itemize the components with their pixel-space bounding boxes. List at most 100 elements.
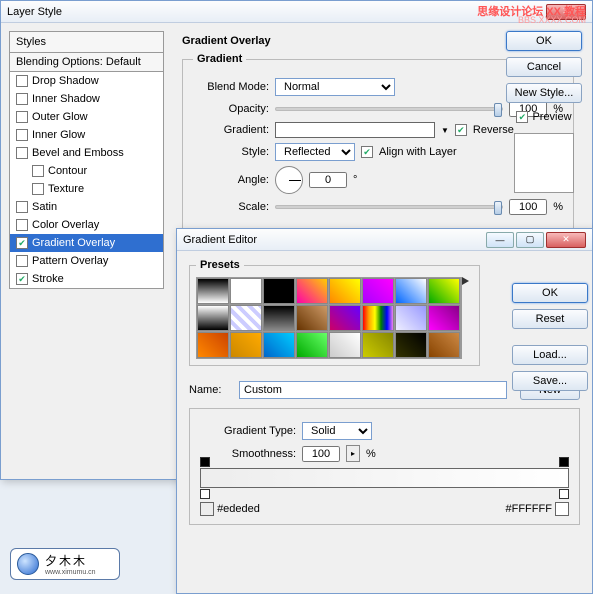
opacity-stop-right[interactable] xyxy=(559,457,569,467)
style-item-gradient-overlay[interactable]: ✔Gradient Overlay xyxy=(10,234,163,252)
ok-button[interactable]: OK xyxy=(512,283,588,303)
style-item-inner-shadow[interactable]: Inner Shadow xyxy=(10,90,163,108)
style-checkbox[interactable] xyxy=(16,255,28,267)
preset-swatch[interactable] xyxy=(362,305,394,331)
style-item-color-overlay[interactable]: Color Overlay xyxy=(10,216,163,234)
maximize-icon[interactable]: ▢ xyxy=(516,232,544,248)
style-checkbox[interactable] xyxy=(16,129,28,141)
style-checkbox[interactable] xyxy=(16,219,28,231)
name-input[interactable] xyxy=(239,381,507,399)
color-stop-right[interactable] xyxy=(559,489,569,499)
preset-swatch[interactable] xyxy=(197,278,229,304)
style-select[interactable]: Reflected xyxy=(275,143,355,161)
preset-swatch[interactable] xyxy=(329,278,361,304)
preset-swatch[interactable] xyxy=(395,332,427,358)
preset-swatch[interactable] xyxy=(296,305,328,331)
layer-style-buttons: OK Cancel New Style... ✔ Preview xyxy=(504,31,584,193)
style-label: Stroke xyxy=(32,273,64,285)
preset-swatch[interactable] xyxy=(329,305,361,331)
style-item-satin[interactable]: Satin xyxy=(10,198,163,216)
preset-swatch[interactable] xyxy=(329,332,361,358)
blend-mode-select[interactable]: Normal xyxy=(275,78,395,96)
close-icon[interactable]: ✕ xyxy=(546,4,586,20)
opacity-slider[interactable] xyxy=(275,107,503,111)
load-button[interactable]: Load... xyxy=(512,345,588,365)
gradient-type-select[interactable]: Solid xyxy=(302,422,372,440)
preset-swatch[interactable] xyxy=(263,278,295,304)
style-item-outer-glow[interactable]: Outer Glow xyxy=(10,108,163,126)
style-checkbox[interactable] xyxy=(16,93,28,105)
new-style-button[interactable]: New Style... xyxy=(506,83,582,103)
preset-swatch[interactable] xyxy=(230,332,262,358)
preview-checkbox[interactable]: ✔ xyxy=(516,111,528,123)
preset-swatch[interactable] xyxy=(197,305,229,331)
ok-button[interactable]: OK xyxy=(506,31,582,51)
preset-swatch[interactable] xyxy=(230,278,262,304)
style-checkbox[interactable]: ✔ xyxy=(16,237,28,249)
angle-dial[interactable] xyxy=(275,166,303,194)
preset-swatch[interactable] xyxy=(263,305,295,331)
gradient-legend: Gradient xyxy=(193,53,246,65)
style-item-inner-glow[interactable]: Inner Glow xyxy=(10,126,163,144)
style-label: Contour xyxy=(48,165,87,177)
angle-input[interactable] xyxy=(309,172,347,188)
reverse-checkbox[interactable]: ✔ xyxy=(455,124,467,136)
style-item-pattern-overlay[interactable]: Pattern Overlay xyxy=(10,252,163,270)
smoothness-stepper[interactable]: ▸ xyxy=(346,445,360,462)
gradient-editor-titlebar[interactable]: Gradient Editor — ▢ ✕ xyxy=(177,229,592,251)
presets-group: Presets xyxy=(189,259,480,366)
preset-swatch[interactable] xyxy=(197,332,229,358)
minimize-icon[interactable]: — xyxy=(486,232,514,248)
preset-swatch[interactable] xyxy=(428,278,460,304)
gradient-bar[interactable] xyxy=(200,468,569,488)
styles-header[interactable]: Styles xyxy=(10,32,163,53)
preset-swatch[interactable] xyxy=(362,278,394,304)
style-item-texture[interactable]: Texture xyxy=(10,180,163,198)
opacity-label: Opacity: xyxy=(193,103,269,115)
preset-swatch[interactable] xyxy=(296,332,328,358)
style-checkbox[interactable] xyxy=(32,183,44,195)
preset-swatch[interactable] xyxy=(428,305,460,331)
style-checkbox[interactable] xyxy=(32,165,44,177)
gradient-label: Gradient: xyxy=(193,124,269,136)
preset-swatch[interactable] xyxy=(263,332,295,358)
preset-swatch[interactable] xyxy=(296,278,328,304)
name-label: Name: xyxy=(189,384,233,396)
scale-input[interactable] xyxy=(509,199,547,215)
preset-swatch[interactable] xyxy=(395,305,427,331)
opacity-stop-left[interactable] xyxy=(200,457,210,467)
style-item-drop-shadow[interactable]: Drop Shadow xyxy=(10,72,163,90)
color-stop-left[interactable] xyxy=(200,489,210,499)
smoothness-input[interactable] xyxy=(302,446,340,462)
cancel-button[interactable]: Cancel xyxy=(506,57,582,77)
preset-swatch[interactable] xyxy=(428,332,460,358)
style-item-stroke[interactable]: ✔ Stroke xyxy=(10,270,163,288)
style-item-bevel-and-emboss[interactable]: Bevel and Emboss xyxy=(10,144,163,162)
right-stop-hex: #FFFFFF xyxy=(506,503,552,515)
pct-label: % xyxy=(553,201,563,213)
scale-slider[interactable] xyxy=(275,205,503,209)
right-stop-chip[interactable] xyxy=(555,502,569,516)
style-label: Color Overlay xyxy=(32,219,99,231)
deg-label: ° xyxy=(353,174,357,186)
preset-swatch[interactable] xyxy=(395,278,427,304)
reset-button[interactable]: Reset xyxy=(512,309,588,329)
save-button[interactable]: Save... xyxy=(512,371,588,391)
gradient-editor-window: Gradient Editor — ▢ ✕ Presets OK Reset L… xyxy=(176,228,593,594)
style-checkbox[interactable]: ✔ xyxy=(16,273,28,285)
style-checkbox[interactable] xyxy=(16,75,28,87)
preset-swatch[interactable] xyxy=(230,305,262,331)
gradient-preview[interactable] xyxy=(275,122,435,138)
align-checkbox[interactable]: ✔ xyxy=(361,146,373,158)
blending-options-row[interactable]: Blending Options: Default xyxy=(10,53,163,72)
layer-style-titlebar[interactable]: Layer Style ✕ xyxy=(1,1,592,23)
presets-menu-icon[interactable] xyxy=(462,277,469,285)
style-item-contour[interactable]: Contour xyxy=(10,162,163,180)
close-icon[interactable]: ✕ xyxy=(546,232,586,248)
style-checkbox[interactable] xyxy=(16,147,28,159)
logo-icon xyxy=(17,553,39,575)
preset-swatch[interactable] xyxy=(362,332,394,358)
style-checkbox[interactable] xyxy=(16,201,28,213)
style-checkbox[interactable] xyxy=(16,111,28,123)
left-stop-chip[interactable] xyxy=(200,502,214,516)
